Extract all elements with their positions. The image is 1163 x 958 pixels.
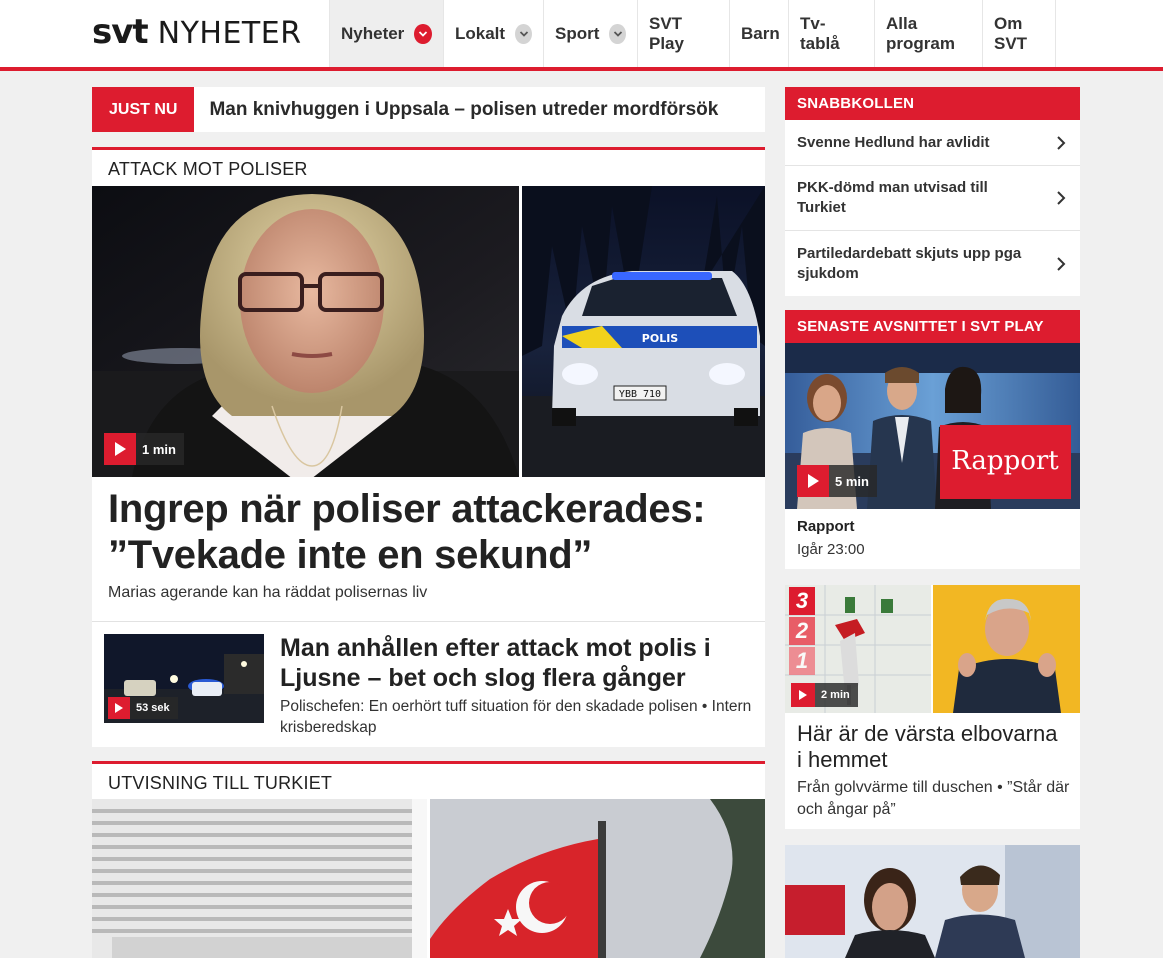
nav-item-lokalt[interactable]: Lokalt [443, 0, 543, 67]
main-story-headline[interactable]: Ingrep när poliser attackerades: ”Tvekad… [108, 486, 748, 578]
next-side-story-image[interactable] [785, 845, 1080, 958]
video-duration: 2 min [821, 689, 850, 701]
elbov-subline: Från golvvärme till duschen • ”Står där … [797, 779, 1070, 818]
nav-item-tv-tabla[interactable]: Tv-tablå [788, 0, 874, 67]
video-duration-badge: 1 min [104, 433, 184, 465]
license-plate-text: YBB 710 [619, 389, 661, 400]
breaking-news-tag: JUST NU [92, 87, 195, 132]
story-kicker: ATTACK MOT POLISER [108, 159, 308, 179]
nav-label: Tv-tablå [800, 13, 840, 53]
svtplay-header: SENASTE AVSNITTET I SVT PLAY [785, 310, 1080, 343]
nav-item-svt-play[interactable]: SVT Play [637, 0, 729, 67]
nav-label: Lokalt [455, 23, 506, 43]
video-duration-badge: 2 min [791, 683, 858, 707]
chevron-right-icon [1057, 256, 1066, 271]
nav-item-om-svt[interactable]: Om SVT [982, 0, 1056, 67]
svtplay-rapport-image[interactable]: Rapport 5 min [785, 343, 1080, 509]
video-duration: 53 sek [136, 702, 170, 714]
logo-svt-text: svt [92, 12, 149, 52]
second-story-building-image[interactable] [92, 799, 427, 958]
related-story-image[interactable]: 53 sek [104, 634, 264, 723]
snabbkollen-item[interactable]: Partiledardebatt skjuts upp pga sjukdom [785, 231, 1080, 296]
nav-label: Nyheter [341, 23, 405, 43]
site-header: svt NYHETER Nyheter Lokalt Sport SVT Pla… [0, 0, 1163, 71]
snabbkollen-item-label: Partiledardebatt skjuts upp pga sjukdom [797, 244, 1022, 282]
nav-item-barn[interactable]: Barn [729, 0, 788, 67]
second-story-flag-image[interactable] [430, 799, 765, 958]
video-duration-badge: 5 min [797, 465, 877, 497]
nav-item-alla-program[interactable]: Alla program [874, 0, 982, 67]
car-polis-text: POLIS [642, 332, 679, 345]
countdown-digit: 2 [789, 617, 815, 645]
nav-label: Sport [555, 23, 600, 43]
nav-label: Barn [741, 23, 780, 43]
play-icon[interactable] [104, 433, 136, 465]
video-duration: 5 min [835, 473, 869, 489]
snabbkollen-header: SNABBKOLLEN [785, 87, 1080, 120]
logo-nyheter-text: NYHETER [157, 16, 302, 51]
nav-label: Om SVT [994, 13, 1028, 53]
main-story-portrait-image[interactable]: 1 min [92, 186, 519, 477]
chevron-down-icon[interactable] [515, 23, 532, 44]
play-icon[interactable] [797, 465, 829, 497]
play-icon[interactable] [791, 683, 815, 707]
main-nav: Nyheter Lokalt Sport SVT Play Barn Tv-ta… [329, 0, 1056, 67]
snabbkollen-item-label: Svenne Hedlund har avlidit [797, 133, 990, 151]
rapport-overlay-logo: Rapport [951, 446, 1059, 476]
story-kicker: UTVISNING TILL TURKIET [108, 773, 333, 793]
elbov-headline[interactable]: Här är de värsta elbovarna i hemmet [797, 721, 1067, 773]
main-story-police-car-image[interactable]: POLIS YBB 710 [522, 186, 765, 477]
svt-nyheter-logo[interactable]: svt NYHETER [92, 12, 302, 52]
svtplay-air-time: Igår 23:00 [797, 541, 865, 558]
snabbkollen-list: Svenne Hedlund har avlidit PKK-dömd man … [785, 120, 1080, 296]
countdown-graphic: 3 2 1 [789, 587, 815, 675]
countdown-digit: 1 [789, 647, 815, 675]
svtplay-program-title[interactable]: Rapport [797, 518, 855, 535]
chevron-down-icon[interactable] [414, 23, 432, 44]
chevron-down-icon[interactable] [609, 23, 626, 44]
nav-item-sport[interactable]: Sport [543, 0, 637, 67]
snabbkollen-item[interactable]: Svenne Hedlund har avlidit [785, 120, 1080, 166]
nav-label: Alla program [886, 13, 955, 53]
nav-label: SVT Play [649, 13, 684, 53]
play-icon[interactable] [108, 697, 130, 719]
snabbkollen-item-label: PKK-dömd man utvisad till Turkiet [797, 179, 988, 216]
elbov-expert-image[interactable] [933, 585, 1080, 713]
video-duration: 1 min [142, 441, 176, 457]
related-story-headline[interactable]: Man anhållen efter attack mot polis i Lj… [280, 633, 750, 693]
countdown-digit: 3 [789, 587, 815, 615]
breaking-news-headline[interactable]: Man knivhuggen i Uppsala – polisen utred… [194, 99, 718, 121]
nav-item-nyheter[interactable]: Nyheter [329, 0, 443, 67]
related-story-subline: Polischefen: En oerhört tuff situation f… [280, 698, 752, 736]
snabbkollen-item[interactable]: PKK-dömd man utvisad till Turkiet [785, 166, 1080, 231]
breaking-news-bar[interactable]: JUST NU Man knivhuggen i Uppsala – polis… [92, 87, 765, 132]
main-story-subline: Marias agerande kan ha räddat polisernas… [108, 584, 428, 601]
divider [92, 621, 765, 622]
chevron-right-icon [1057, 191, 1066, 205]
video-duration-badge: 53 sek [108, 697, 178, 719]
elbov-socket-image[interactable]: 3 2 1 2 min [785, 585, 931, 713]
chevron-right-icon [1057, 135, 1066, 150]
